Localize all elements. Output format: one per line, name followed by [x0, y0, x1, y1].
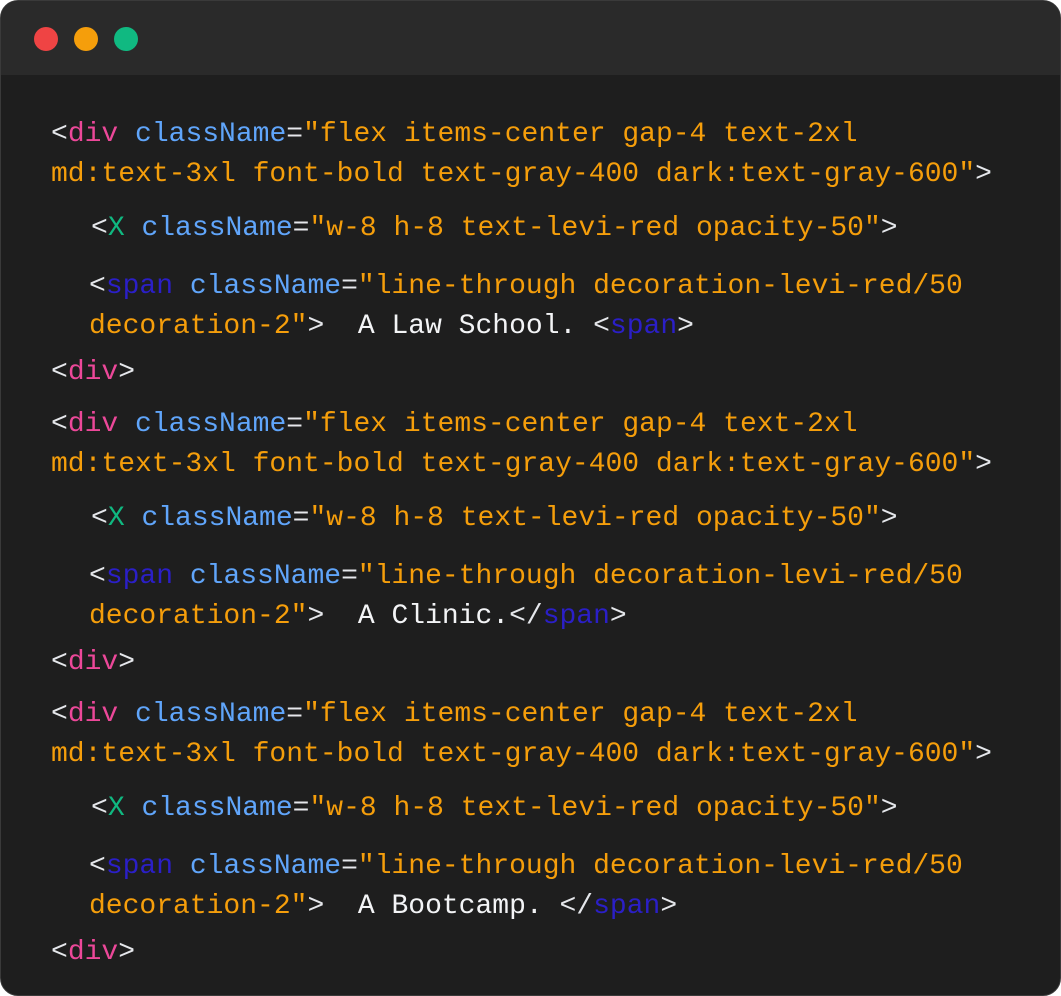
span-text: A Law School. — [341, 311, 594, 342]
class-string: decoration-2" — [89, 601, 308, 632]
span-tag: span — [105, 271, 174, 302]
div-tag: div — [67, 119, 119, 150]
classname-attr: className — [135, 409, 287, 440]
code-line-div-class-cont: md:text-3xl font-bold text-gray-400 dark… — [51, 159, 992, 190]
span-close-tag: span — [609, 311, 678, 342]
div-tag: div — [67, 409, 119, 440]
maximize-window-dot[interactable] — [114, 27, 138, 51]
div-tag: div — [67, 937, 119, 968]
div-tag: div — [67, 647, 119, 678]
span-close-tag: span — [593, 891, 661, 922]
code-line-div-open: <div className="flex items-center gap-4 … — [51, 119, 858, 150]
code-line-div-close: <div> — [51, 357, 136, 388]
code-line-div-close: <div> — [51, 937, 136, 968]
class-string: "w-8 h-8 text-levi-red opacity-50" — [309, 793, 881, 824]
classname-attr: className — [189, 851, 342, 882]
span-close-tag: span — [542, 601, 610, 632]
code-window: <div className="flex items-center gap-4 … — [0, 0, 1061, 996]
div-tag: div — [67, 699, 119, 730]
code-line-span-content: decoration-2"> A Bootcamp. </span> — [89, 891, 678, 922]
class-string: md:text-3xl font-bold text-gray-400 dark… — [51, 449, 976, 480]
code-block: <div className="flex items-center gap-4 … — [1, 75, 1060, 995]
code-line-span-content: decoration-2"> A Law School. <span> — [89, 311, 694, 342]
class-string: "flex items-center gap-4 text-2xl — [303, 409, 858, 440]
classname-attr: className — [141, 503, 293, 534]
code-line-span-open: <span className="line-through decoration… — [89, 271, 963, 302]
class-string: "line-through decoration-levi-red/50 — [357, 271, 963, 302]
code-line-div-open: <div className="flex items-center gap-4 … — [51, 409, 858, 440]
class-string: decoration-2" — [89, 891, 308, 922]
code-line-x-component: <X className="w-8 h-8 text-levi-red opac… — [91, 213, 898, 244]
code-line-span-open: <span className="line-through decoration… — [89, 561, 963, 592]
code-line-span-open: <span className="line-through decoration… — [89, 851, 963, 882]
span-text: A Bootcamp. — [341, 891, 560, 922]
class-string: "line-through decoration-levi-red/50 — [357, 561, 963, 592]
x-tag: X — [107, 503, 125, 534]
code-line-x-component: <X className="w-8 h-8 text-levi-red opac… — [91, 503, 898, 534]
minimize-window-dot[interactable] — [74, 27, 98, 51]
x-tag: X — [107, 793, 125, 824]
span-tag: span — [105, 851, 174, 882]
span-text: A Clinic. — [341, 601, 510, 632]
x-tag: X — [107, 213, 125, 244]
class-string: "w-8 h-8 text-levi-red opacity-50" — [309, 213, 881, 244]
classname-attr: className — [135, 119, 287, 150]
class-string: "line-through decoration-levi-red/50 — [357, 851, 963, 882]
span-tag: span — [105, 561, 174, 592]
class-string: "flex items-center gap-4 text-2xl — [303, 699, 858, 730]
classname-attr: className — [141, 793, 293, 824]
code-line-x-component: <X className="w-8 h-8 text-levi-red opac… — [91, 793, 898, 824]
code-line-div-class-cont: md:text-3xl font-bold text-gray-400 dark… — [51, 449, 992, 480]
window-titlebar — [1, 1, 1060, 75]
classname-attr: className — [135, 699, 287, 730]
classname-attr: className — [189, 561, 342, 592]
close-window-dot[interactable] — [34, 27, 58, 51]
code-line-div-class-cont: md:text-3xl font-bold text-gray-400 dark… — [51, 739, 992, 770]
class-string: "w-8 h-8 text-levi-red opacity-50" — [309, 503, 881, 534]
code-line-div-open: <div className="flex items-center gap-4 … — [51, 699, 858, 730]
div-tag: div — [67, 357, 119, 388]
classname-attr: className — [189, 271, 342, 302]
class-string: decoration-2" — [89, 311, 308, 342]
code-line-span-content: decoration-2"> A Clinic.</span> — [89, 601, 627, 632]
code-line-div-close: <div> — [51, 647, 136, 678]
class-string: md:text-3xl font-bold text-gray-400 dark… — [51, 739, 976, 770]
class-string: md:text-3xl font-bold text-gray-400 dark… — [51, 159, 976, 190]
class-string: "flex items-center gap-4 text-2xl — [303, 119, 858, 150]
classname-attr: className — [141, 213, 293, 244]
